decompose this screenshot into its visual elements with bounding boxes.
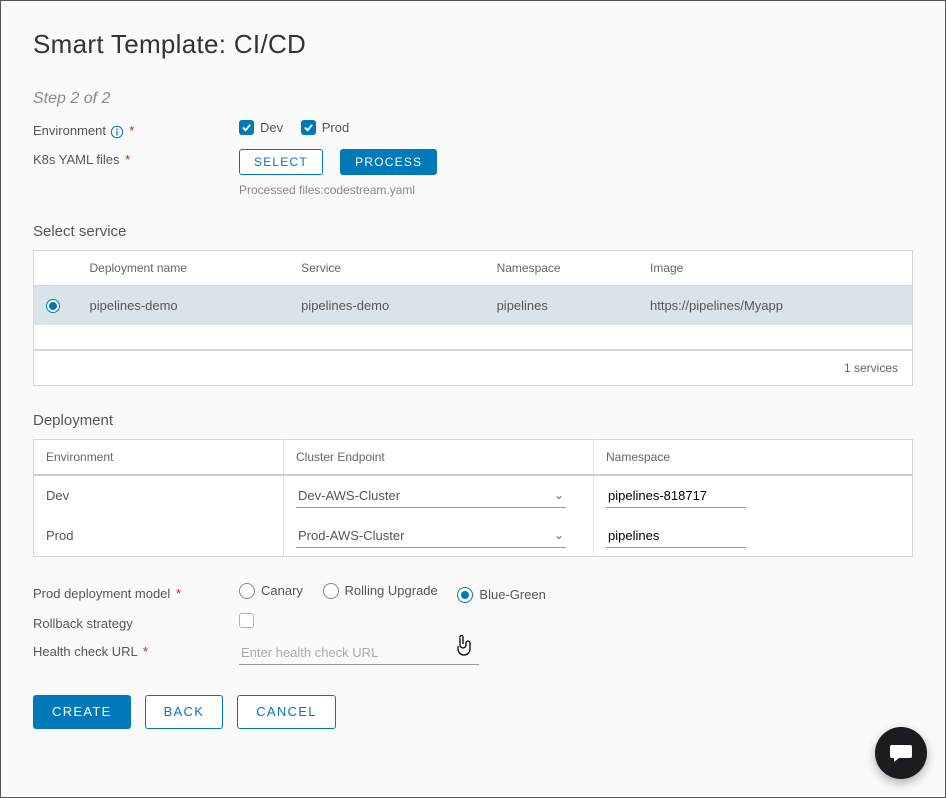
required-marker: * [176,586,181,601]
chat-icon [888,740,914,766]
info-icon[interactable] [110,125,124,139]
select-button[interactable]: SELECT [239,149,323,175]
col-environment: Environment [34,439,284,475]
prod-model-label: Prod deployment model [33,586,170,601]
rollback-label: Rollback strategy [33,616,133,631]
model-rolling-radio[interactable]: Rolling Upgrade [323,583,438,599]
deployment-heading: Deployment [33,412,913,429]
cell-namespace: pipelines [485,285,638,325]
cluster-endpoint-select[interactable]: Dev-AWS-Cluster ⌄ [296,484,566,508]
required-marker: * [125,152,130,167]
table-row[interactable]: pipelines-demo pipelines-demo pipelines … [34,285,913,325]
namespace-input[interactable] [606,484,746,508]
processed-file-name: codestream.yaml [324,183,415,197]
col-service[interactable]: Service [289,250,485,285]
env-prod-label: Prod [322,120,349,135]
cancel-button[interactable]: CANCEL [237,695,336,729]
env-dev-label: Dev [260,120,283,135]
col-namespace[interactable]: Namespace [485,250,638,285]
k8s-files-label: K8s YAML files [33,152,119,167]
service-table: Deployment name Service Namespace Image … [33,250,913,350]
col-image[interactable]: Image [638,250,913,285]
rollback-checkbox[interactable] [239,613,254,628]
health-check-label: Health check URL [33,644,137,659]
required-marker: * [143,644,148,659]
cell-env: Dev [34,475,284,516]
service-table-footer: 1 services [33,350,913,386]
env-prod-checkbox[interactable]: Prod [301,120,349,135]
cluster-endpoint-select[interactable]: Prod-AWS-Cluster ⌄ [296,524,566,548]
env-dev-checkbox[interactable]: Dev [239,120,283,135]
col-namespace: Namespace [594,439,913,475]
check-icon [239,120,254,135]
table-row: Dev Dev-AWS-Cluster ⌄ [34,475,913,516]
model-bluegreen-label: Blue-Green [479,587,545,602]
table-row: Prod Prod-AWS-Cluster ⌄ [34,516,913,557]
cluster-value: Prod-AWS-Cluster [298,528,404,543]
cell-deployment-name: pipelines-demo [78,285,290,325]
deployment-table: Environment Cluster Endpoint Namespace D… [33,439,913,557]
model-rolling-label: Rolling Upgrade [345,583,438,598]
chevron-down-icon: ⌄ [554,488,564,502]
step-indicator: Step 2 of 2 [33,90,913,108]
page-title: Smart Template: CI/CD [33,29,913,60]
health-check-input[interactable] [239,641,479,665]
row-radio[interactable] [46,299,60,313]
check-icon [301,120,316,135]
cell-service: pipelines-demo [289,285,485,325]
help-chat-button[interactable] [875,727,927,779]
cluster-value: Dev-AWS-Cluster [298,488,400,503]
cell-image: https://pipelines/Myapp [638,285,913,325]
cell-env: Prod [34,516,284,557]
required-marker: * [129,123,134,138]
col-cluster-endpoint: Cluster Endpoint [284,439,594,475]
back-button[interactable]: BACK [145,695,224,729]
environment-label: Environment [33,123,106,138]
model-canary-radio[interactable]: Canary [239,583,303,599]
model-bluegreen-radio[interactable]: Blue-Green [457,587,545,603]
select-service-heading: Select service [33,223,913,240]
processed-files-label: Processed files: [239,183,324,197]
process-button[interactable]: PROCESS [340,149,437,175]
model-canary-label: Canary [261,583,303,598]
namespace-input[interactable] [606,524,746,548]
chevron-down-icon: ⌄ [554,528,564,542]
col-deployment-name[interactable]: Deployment name [78,250,290,285]
create-button[interactable]: CREATE [33,695,131,729]
